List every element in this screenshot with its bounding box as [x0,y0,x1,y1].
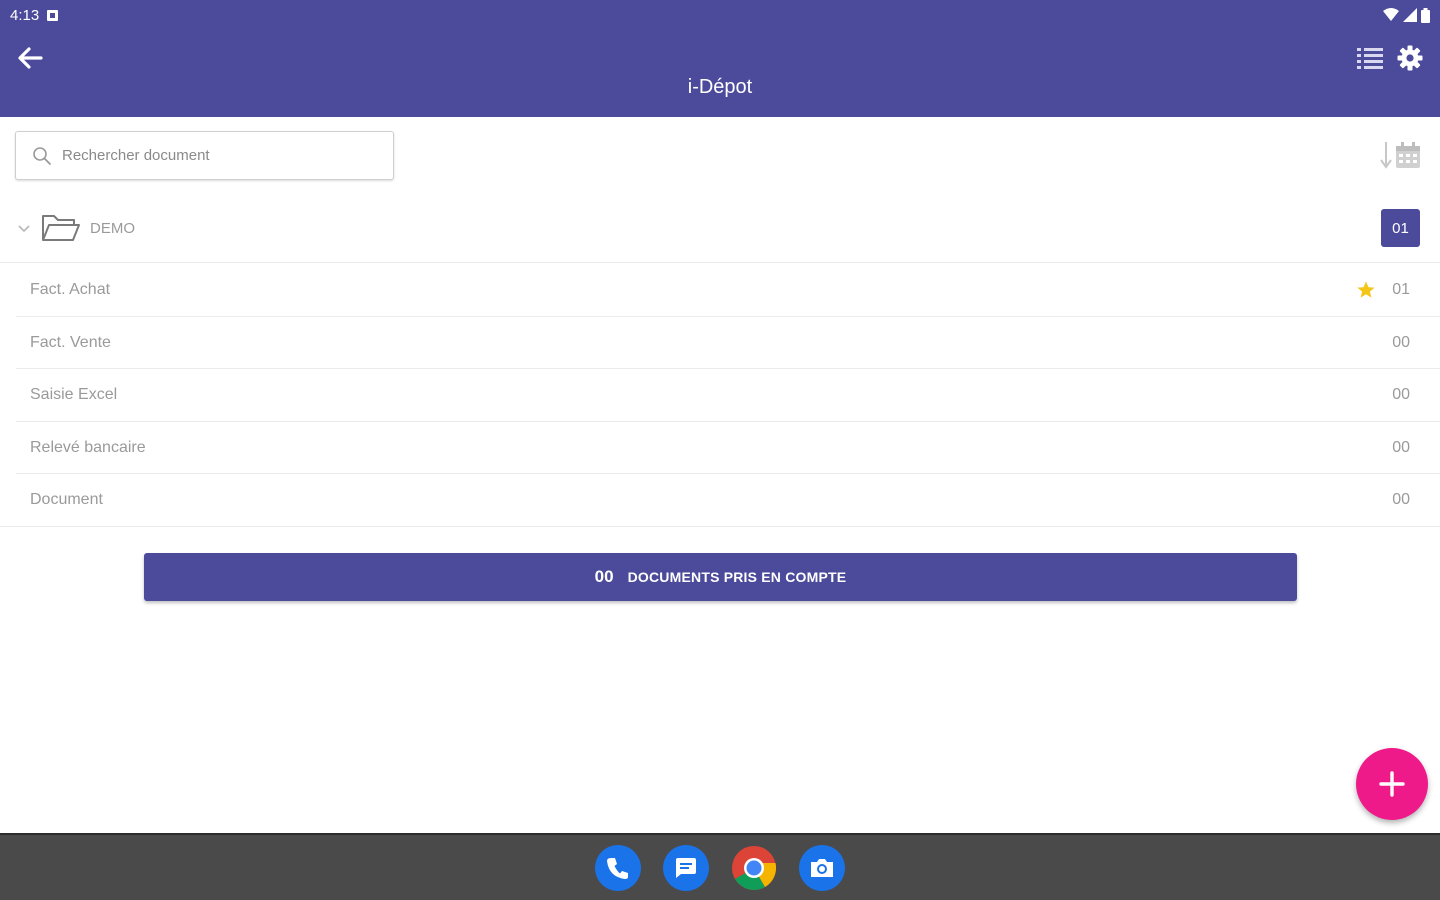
add-document-button[interactable] [1356,748,1428,820]
chevron-down-icon[interactable] [16,221,32,237]
settings-button[interactable] [1396,44,1424,72]
sort-calendar-icon [1380,142,1420,169]
summary-label: DOCUMENTS PRIS EN COMPTE [627,569,847,585]
list-item-releve-bancaire[interactable]: Relevé bancaire 00 [16,422,1440,474]
list-item-count: 00 [1392,386,1410,403]
folder-open-icon [42,215,80,241]
camera-app-button[interactable] [799,844,845,891]
page-title: i-Dépot [687,76,753,98]
star-icon[interactable] [1356,280,1376,300]
list-item-fact-achat[interactable]: Fact. Achat 01 [16,264,1440,317]
list-item-label: Saisie Excel [30,386,118,403]
messages-app-button[interactable] [663,844,709,891]
gear-icon [1397,45,1423,71]
list-item-count: 00 [1392,333,1410,351]
list-item-fact-vente[interactable]: Fact. Vente 00 [16,317,1440,369]
phone-app-button[interactable] [595,844,641,891]
folder-name: DEMO [90,220,135,237]
list-item-count: 01 [1392,281,1410,298]
camera-icon [811,858,833,877]
chrome-app-button[interactable] [731,845,777,891]
plus-icon [1379,771,1405,797]
signal-icon [1403,8,1417,22]
app-bar: i-Dépot [0,30,1440,117]
list-item-label: Fact. Achat [30,281,111,298]
phone-icon [607,857,628,879]
search-input[interactable] [62,147,382,164]
status-time: 4:13 [10,6,40,24]
battery-icon [1421,7,1430,23]
search-icon [33,146,51,165]
list-item-label: Document [30,491,103,508]
chrome-icon [732,845,777,890]
list-item-label: Relevé bancaire [30,438,146,456]
list-view-button[interactable] [1356,44,1384,72]
list-item-count: 00 [1392,491,1410,508]
search-box[interactable] [15,131,394,180]
documents-summary-button[interactable]: 00 DOCUMENTS PRIS EN COMPTE [144,553,1297,601]
list-item-document[interactable]: Document 00 [0,474,1440,527]
list-item-label: Fact. Vente [30,333,111,351]
arrow-left-icon [18,47,43,69]
list-item-count: 00 [1392,438,1410,456]
back-button[interactable] [14,42,46,74]
status-bar: 4:13 [0,0,1440,30]
folder-count-badge: 01 [1381,209,1420,247]
summary-count: 00 [594,567,614,586]
list-icon [1357,48,1383,69]
messages-icon [676,857,696,878]
folder-row[interactable]: DEMO 01 [0,195,1440,263]
notification-icon [47,9,59,21]
list-item-saisie-excel[interactable]: Saisie Excel 00 [16,369,1440,422]
wifi-icon [1383,8,1399,21]
document-type-list: Fact. Achat 01 Fact. Vente 00 Saisie Exc… [0,264,1440,527]
sort-by-date-button[interactable] [1380,138,1422,174]
taskbar [0,833,1440,900]
